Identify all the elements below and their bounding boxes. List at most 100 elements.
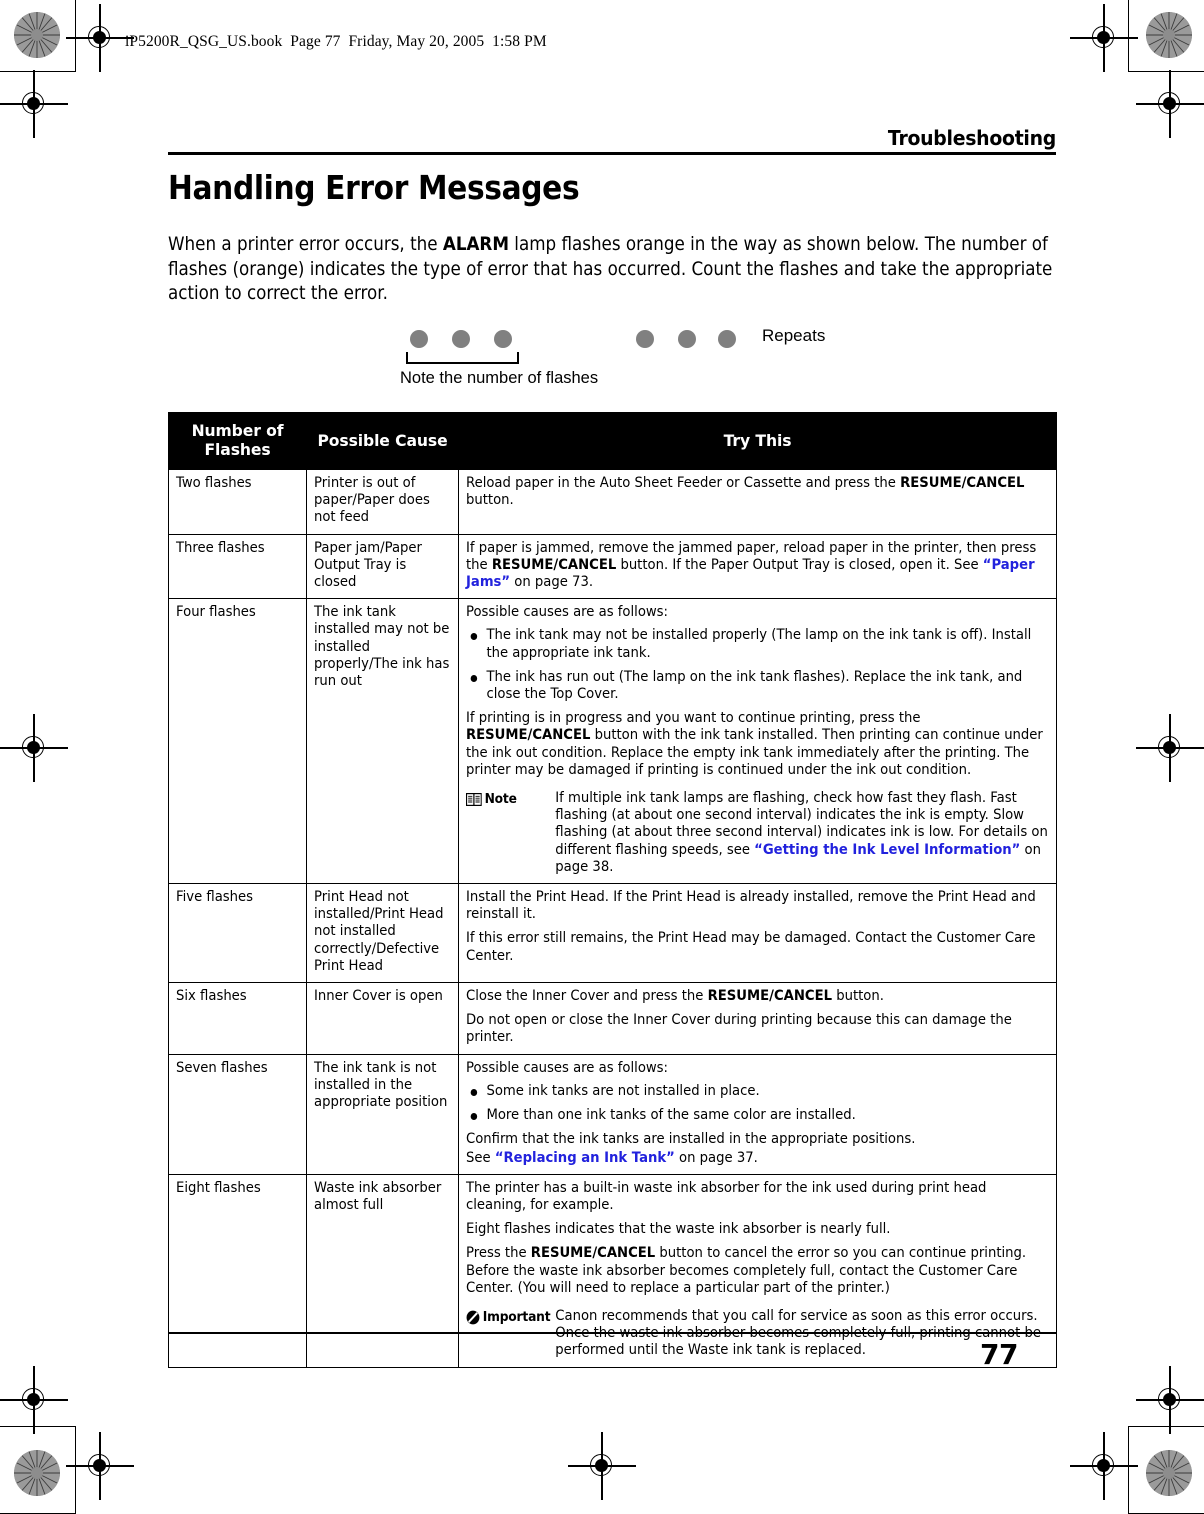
list-item: The ink tank may not be installed proper…	[466, 627, 1049, 661]
flash-caption: Note the number of flashes	[400, 369, 599, 387]
causes-intro: Possible causes are as follows:	[466, 604, 669, 621]
cell-try-this: Install the Print Head. If the Print Hea…	[458, 883, 1057, 984]
note-label: Note	[484, 792, 517, 808]
cell-number-of-flashes: Seven flashes	[168, 1053, 307, 1175]
list-item: More than one ink tanks of the same colo…	[466, 1107, 1049, 1124]
try-paragraph: The printer has a built-in waste ink abs…	[466, 1179, 987, 1213]
try-paragraph: Press the RESUME/CANCEL button to cancel…	[466, 1245, 1049, 1297]
cell-number-of-flashes: Eight flashes	[168, 1173, 307, 1368]
flash-dot	[452, 330, 470, 348]
try-paragraph: See “Replacing an Ink Tank” on page 37.	[466, 1150, 1049, 1167]
cell-try-this: The printer has a built-in waste ink abs…	[458, 1173, 1057, 1368]
button-name: RESUME/CANCEL	[900, 475, 1025, 491]
note-body: If multiple ink tank lamps are flashing,…	[555, 790, 1049, 876]
cell-number-of-flashes: Five flashes	[168, 883, 307, 984]
list-item: The ink has run out (The lamp on the ink…	[466, 669, 1049, 703]
cross-reference-link[interactable]: “Getting the Ink Level Information”	[754, 842, 1020, 858]
cause-text: Waste ink absorber almost full	[314, 1179, 442, 1213]
file-stamp: iP5200R_QSG_US.book Page 77 Friday, May …	[125, 33, 547, 50]
cause-bullet-list: Some ink tanks are not installed in plac…	[466, 1083, 1049, 1124]
cell-try-this: Possible causes are as follows: Some ink…	[458, 1053, 1057, 1175]
text-segment: See	[466, 1149, 495, 1166]
cell-possible-cause: The ink tank installed may not be instal…	[306, 598, 459, 885]
important-label: Important	[482, 1309, 551, 1325]
try-paragraph: Eight flashes indicates that the waste i…	[466, 1221, 891, 1238]
note-callout: Note If multiple ink tank lamps are flas…	[466, 790, 1049, 876]
list-item: Some ink tanks are not installed in plac…	[466, 1083, 1049, 1100]
button-name: RESUME/CANCEL	[707, 988, 833, 1005]
try-paragraph: Do not open or close the Inner Cover dur…	[466, 1012, 1012, 1046]
flash-count-text: Six flashes	[176, 988, 247, 1005]
flash-dot	[718, 330, 736, 348]
cell-possible-cause: Inner Cover is open	[306, 982, 459, 1055]
flash-count-text: Five flashes	[176, 889, 254, 906]
table-row: Six flashes Inner Cover is open Close th…	[168, 982, 1057, 1055]
text-segment: button. If the Paper Output Tray is clos…	[616, 556, 983, 573]
note-tag: Note	[466, 790, 555, 808]
cross-reference-link[interactable]: “Replacing an Ink Tank”	[495, 1150, 675, 1166]
flash-group-bracket	[406, 352, 519, 364]
cell-number-of-flashes: Three flashes	[168, 533, 307, 600]
cell-try-this: Reload paper in the Auto Sheet Feeder or…	[458, 469, 1057, 535]
cell-number-of-flashes: Four flashes	[168, 598, 307, 885]
flash-pattern-diagram: Repeats Note the number of flashes	[400, 326, 870, 396]
book-icon	[466, 793, 482, 807]
flash-count-text: Eight flashes	[176, 1179, 261, 1196]
table-row: Four flashes The ink tank installed may …	[168, 598, 1057, 885]
cell-number-of-flashes: Six flashes	[168, 982, 307, 1055]
footer-rule	[168, 1332, 1056, 1335]
try-paragraph: Reload paper in the Auto Sheet Feeder or…	[466, 475, 1049, 509]
page-number: 77	[980, 1338, 1018, 1371]
text-segment: button.	[466, 492, 514, 509]
header-line-2: Flashes	[204, 441, 271, 459]
cell-try-this: Close the Inner Cover and press the RESU…	[458, 982, 1057, 1055]
important-icon	[466, 1310, 480, 1325]
cell-try-this: If paper is jammed, remove the jammed pa…	[458, 533, 1057, 600]
intro-paragraph: When a printer error occurs, the ALARM l…	[168, 233, 1064, 307]
alarm-term: ALARM	[442, 234, 509, 255]
intro-text-before: When a printer error occurs, the	[168, 234, 443, 255]
flash-dot	[494, 330, 512, 348]
button-name: RESUME/CANCEL	[466, 727, 591, 744]
try-paragraph: Confirm that the ink tanks are installed…	[466, 1131, 916, 1148]
repeats-label: Repeats	[762, 326, 826, 345]
running-head: Troubleshooting	[887, 126, 1056, 150]
cause-text: The ink tank is not installed in the app…	[314, 1059, 448, 1111]
error-messages-table: Number of Flashes Possible Cause Try Thi…	[168, 412, 1057, 1368]
text-segment: on page 37.	[674, 1149, 758, 1166]
try-paragraph: If printing is in progress and you want …	[466, 710, 1049, 779]
flash-count-text: Four flashes	[176, 604, 256, 621]
cell-possible-cause: Waste ink absorber almost full	[306, 1173, 459, 1368]
button-name: RESUME/CANCEL	[491, 556, 617, 573]
column-header-possible-cause: Possible Cause	[306, 412, 459, 470]
table-row: Five flashes Print Head not installed/Pr…	[168, 883, 1057, 984]
column-header-try-this: Try This	[458, 412, 1057, 470]
text-segment: Close the Inner Cover and press the	[466, 988, 708, 1005]
cause-text: Printer is out of paper/Paper does not f…	[314, 475, 430, 526]
flash-count-text: Three flashes	[176, 539, 265, 556]
page-title: Handling Error Messages	[168, 168, 580, 207]
cell-try-this: Possible causes are as follows: The ink …	[458, 598, 1057, 885]
table-row: Two flashes Printer is out of paper/Pape…	[168, 469, 1057, 535]
document-page: iP5200R_QSG_US.book Page 77 Friday, May …	[0, 0, 1204, 1504]
important-tag: Important	[466, 1308, 555, 1326]
flash-dot	[636, 330, 654, 348]
text-segment: If printing is in progress and you want …	[466, 710, 921, 727]
cell-possible-cause: Print Head not installed/Print Head not …	[306, 883, 459, 984]
cell-possible-cause: Paper jam/Paper Output Tray is closed	[306, 533, 459, 600]
table-header-row: Number of Flashes Possible Cause Try Thi…	[168, 412, 1057, 470]
button-name: RESUME/CANCEL	[530, 1245, 656, 1262]
cause-text: Inner Cover is open	[314, 988, 443, 1005]
text-segment: Press the	[466, 1245, 531, 1262]
cell-possible-cause: The ink tank is not installed in the app…	[306, 1053, 459, 1175]
cause-text: Print Head not installed/Print Head not …	[314, 889, 444, 974]
cause-text: Paper jam/Paper Output Tray is closed	[314, 539, 422, 591]
flash-dot	[678, 330, 696, 348]
cause-bullet-list: The ink tank may not be installed proper…	[466, 627, 1049, 703]
text-segment: Reload paper in the Auto Sheet Feeder or…	[466, 475, 901, 491]
column-header-number-of-flashes: Number of Flashes	[168, 412, 307, 470]
table-row: Eight flashes Waste ink absorber almost …	[168, 1173, 1057, 1368]
table-row: Seven flashes The ink tank is not instal…	[168, 1053, 1057, 1175]
try-paragraph: If this error still remains, the Print H…	[466, 930, 1036, 964]
table-row: Three flashes Paper jam/Paper Output Tra…	[168, 533, 1057, 600]
